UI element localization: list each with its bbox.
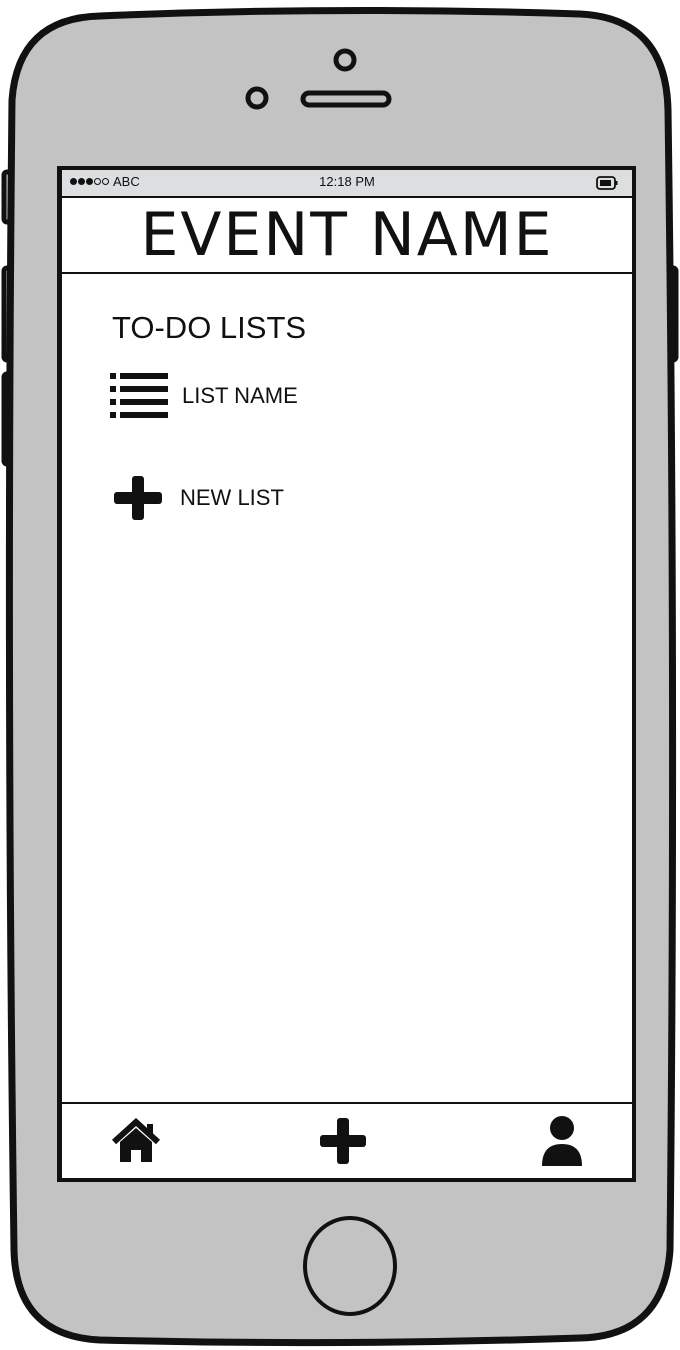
tab-bar xyxy=(62,1102,632,1178)
list-icon xyxy=(110,373,168,418)
list-name-label: LIST NAME xyxy=(182,383,298,408)
tab-add[interactable] xyxy=(320,1118,366,1164)
new-list-label: NEW LIST xyxy=(180,485,284,510)
tab-profile[interactable] xyxy=(540,1114,584,1168)
tab-home[interactable] xyxy=(110,1117,162,1164)
new-list-button[interactable]: NEW LIST xyxy=(114,476,284,520)
section-title: TO-DO LISTS xyxy=(112,310,307,345)
app-screen: ABC 12:18 PM EVENT NAME TO-DO LISTS LIST… xyxy=(62,170,632,1178)
battery-icon xyxy=(596,176,618,190)
user-icon xyxy=(542,1116,582,1166)
plus-icon xyxy=(114,476,162,520)
home-icon xyxy=(111,1117,161,1162)
home-hardware-button[interactable] xyxy=(305,1218,395,1314)
status-time: 12:18 PM xyxy=(319,174,375,189)
app-header: EVENT NAME xyxy=(62,198,632,274)
status-bar: ABC 12:18 PM xyxy=(62,170,632,198)
plus-icon xyxy=(320,1118,366,1164)
page-title: EVENT NAME xyxy=(140,200,554,270)
list-item[interactable]: LIST NAME xyxy=(110,372,298,420)
